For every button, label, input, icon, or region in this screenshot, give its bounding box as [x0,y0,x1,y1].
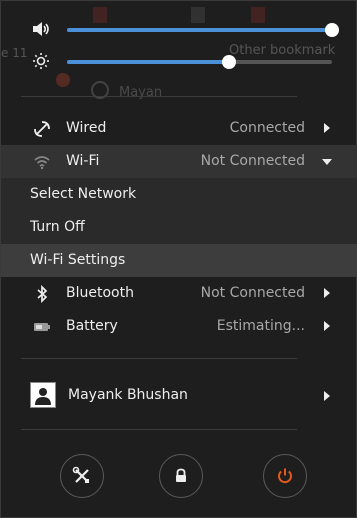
wifi-status: Not Connected [200,153,305,169]
wifi-menu-item[interactable]: Wi-Fi Not Connected [1,145,357,178]
select-network-label: Select Network [30,186,137,202]
bluetooth-status: Not Connected [200,285,305,301]
wired-status: Connected [229,120,305,136]
brightness-slider-fill [67,60,229,64]
battery-label: Battery [66,318,118,334]
wired-menu-item[interactable]: Wired Connected [1,112,357,145]
user-menu-item[interactable]: Mayank Bhushan [1,378,357,414]
wifi-settings-item[interactable]: Wi-Fi Settings [1,244,357,277]
wired-label: Wired [66,120,107,136]
brightness-icon [31,52,51,70]
ghost-mid-text: Mayan [119,85,163,100]
system-menu: e 11 Other bookmark Mayan Wired Connecte… [0,0,357,518]
volume-slider[interactable] [67,23,339,37]
turn-off-label: Turn Off [30,219,85,235]
chevron-down-icon [322,159,332,165]
separator [21,96,297,97]
power-icon [278,468,292,484]
volume-icon [31,20,51,38]
lock-button[interactable] [159,454,203,498]
brightness-slider-handle[interactable] [221,55,236,69]
wifi-label: Wi-Fi [66,153,100,169]
tools-icon [72,466,89,483]
bluetooth-icon [33,284,51,304]
select-network-item[interactable]: Select Network [1,178,357,211]
wired-network-icon [33,120,51,138]
volume-slider-handle[interactable] [325,23,339,37]
separator [21,429,297,430]
wifi-settings-label: Wi-Fi Settings [30,252,126,268]
battery-status: Estimating... [216,318,305,334]
separator [21,358,297,359]
power-button[interactable] [263,454,307,498]
volume-row [1,14,357,44]
volume-slider-fill [67,28,332,32]
chevron-right-icon [324,321,330,331]
user-name: Mayank Bhushan [68,387,188,403]
turn-off-item[interactable]: Turn Off [1,211,357,244]
bluetooth-label: Bluetooth [66,285,134,301]
wifi-icon [33,153,51,171]
brightness-slider[interactable] [67,55,332,69]
settings-button[interactable] [60,454,104,498]
battery-menu-item[interactable]: Battery Estimating... [1,310,357,343]
chevron-right-icon [324,123,330,133]
avatar-icon [30,382,56,408]
brightness-row [1,46,357,76]
bluetooth-menu-item[interactable]: Bluetooth Not Connected [1,277,357,310]
chevron-right-icon [324,391,330,401]
chevron-right-icon [324,288,330,298]
lock-icon [176,468,186,482]
battery-icon [33,318,51,336]
